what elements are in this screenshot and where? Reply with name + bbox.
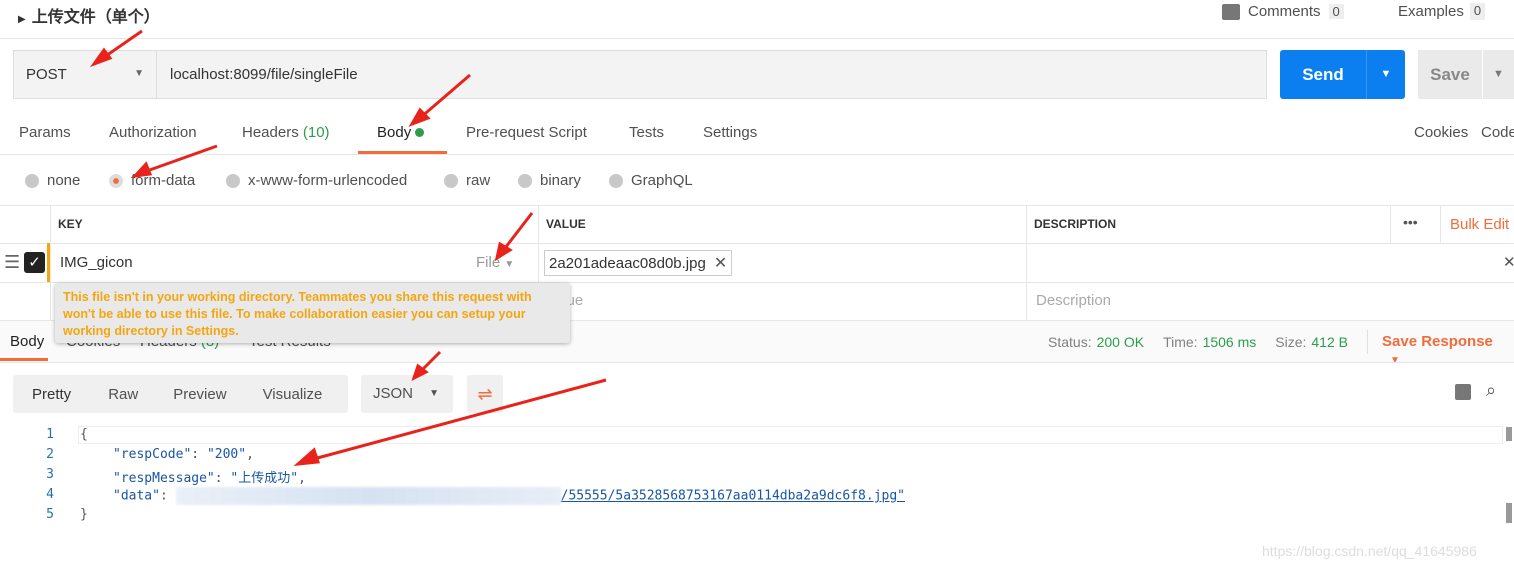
arrow-icon [419,73,471,120]
annotation-arrows [89,29,607,466]
arrow-head-icon [131,161,153,179]
arrow-icon [143,144,218,174]
arrow-icon [309,378,607,462]
arrow-icon [500,212,534,253]
arrow-head-icon [89,47,113,68]
arrow-head-icon [293,447,321,466]
